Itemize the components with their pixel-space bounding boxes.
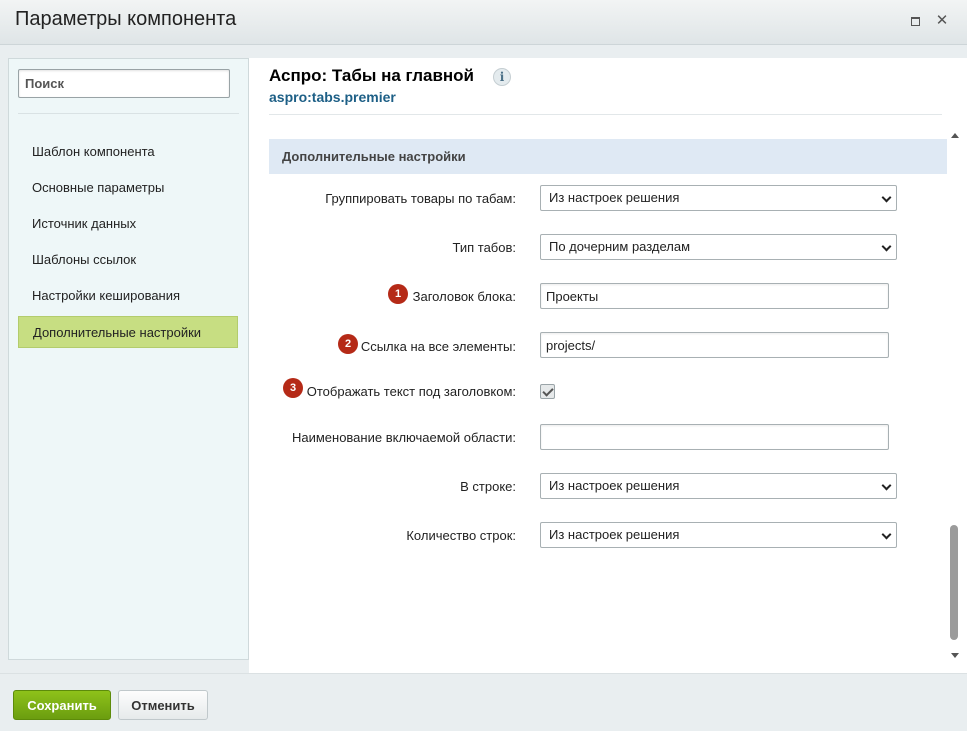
group-by-tabs-select[interactable]: Из настроек решения xyxy=(540,185,897,211)
scrollbar-thumb[interactable] xyxy=(950,525,958,640)
tabs-type-select[interactable]: По дочерним разделам xyxy=(540,234,897,260)
dialog-footer: Сохранить Отменить xyxy=(0,673,967,731)
per-row-select[interactable]: Из настроек решения xyxy=(540,473,897,499)
show-text-checkbox[interactable] xyxy=(540,384,555,399)
show-text-label: Отображать текст под заголовком: xyxy=(306,384,516,399)
sidebar-item-template[interactable]: Шаблон компонента xyxy=(18,136,238,168)
window-titlebar: Параметры компонента ✕ xyxy=(0,0,967,45)
per-row-label: В строке: xyxy=(460,479,516,494)
rows-count-value: Из настроек решения xyxy=(549,527,680,542)
search-input[interactable] xyxy=(18,69,230,98)
chevron-down-icon xyxy=(881,480,892,491)
group-by-tabs-label: Группировать товары по табам: xyxy=(325,191,516,206)
close-icon[interactable]: ✕ xyxy=(935,13,949,28)
sidebar-divider xyxy=(18,113,239,114)
group-by-tabs-value: Из настроек решения xyxy=(549,190,680,205)
include-area-input[interactable] xyxy=(540,424,889,450)
section-header: Дополнительные настройки xyxy=(269,139,947,174)
per-row-value: Из настроек решения xyxy=(549,478,680,493)
all-link-input[interactable] xyxy=(540,332,889,358)
window-title: Параметры компонента xyxy=(15,8,237,30)
sidebar-item-caching[interactable]: Настройки кеширования xyxy=(18,280,238,312)
info-icon[interactable]: i xyxy=(493,68,511,86)
all-link-label: Ссылка на все элементы: xyxy=(360,339,516,354)
sidebar-item-main-params[interactable]: Основные параметры xyxy=(18,172,238,204)
sidebar: Шаблон компонента Основные параметры Ист… xyxy=(8,58,249,660)
badge-1: 1 xyxy=(388,284,408,304)
cancel-button[interactable]: Отменить xyxy=(118,690,208,720)
rows-count-label: Количество строк: xyxy=(406,528,516,543)
chevron-down-icon xyxy=(881,529,892,540)
include-area-label: Наименование включаемой области: xyxy=(291,430,516,445)
block-title-input[interactable] xyxy=(540,283,889,309)
scrollbar[interactable] xyxy=(948,133,962,658)
tabs-type-label: Тип табов: xyxy=(452,240,516,255)
scroll-up-icon[interactable] xyxy=(951,133,959,138)
header-divider xyxy=(269,114,942,115)
sidebar-item-data-source[interactable]: Источник данных xyxy=(18,208,238,240)
block-title-label: Заголовок блока: xyxy=(412,289,516,304)
badge-3: 3 xyxy=(283,378,303,398)
main-panel: Аспро: Табы на главной i aspro:tabs.prem… xyxy=(249,58,967,673)
component-code: aspro:tabs.premier xyxy=(269,89,396,105)
tabs-type-value: По дочерним разделам xyxy=(549,239,691,254)
sidebar-item-link-templates[interactable]: Шаблоны ссылок xyxy=(18,244,238,276)
save-button[interactable]: Сохранить xyxy=(13,690,111,720)
chevron-down-icon xyxy=(881,192,892,203)
rows-count-select[interactable]: Из настроек решения xyxy=(540,522,897,548)
component-title: Аспро: Табы на главной xyxy=(269,66,474,85)
sidebar-item-additional[interactable]: Дополнительные настройки xyxy=(18,316,238,348)
scroll-down-icon[interactable] xyxy=(951,653,959,658)
badge-2: 2 xyxy=(338,334,358,354)
maximize-icon[interactable] xyxy=(908,14,922,28)
chevron-down-icon xyxy=(881,241,892,252)
